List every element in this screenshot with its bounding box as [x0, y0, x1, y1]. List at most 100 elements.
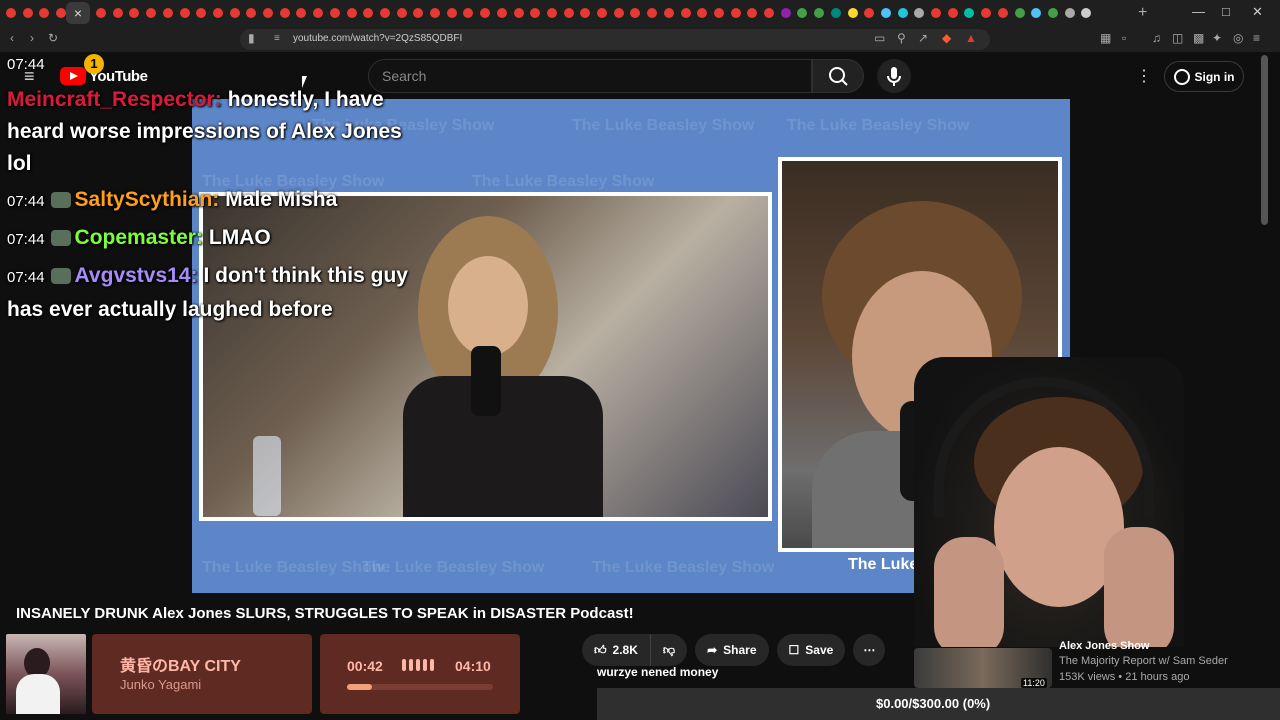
vpn-icon[interactable]: ◎	[1233, 31, 1243, 45]
browser-tab[interactable]	[496, 8, 507, 18]
browser-tab[interactable]	[96, 8, 106, 18]
browser-tab[interactable]	[480, 8, 491, 18]
new-tab-button[interactable]: +	[1138, 4, 1147, 22]
browser-tab[interactable]	[964, 8, 975, 18]
browser-tab[interactable]	[413, 8, 424, 18]
search-input[interactable]: Search	[368, 59, 812, 93]
browser-tab[interactable]	[56, 8, 67, 18]
zoom-icon[interactable]: ⚲	[897, 31, 906, 45]
browser-tab[interactable]	[647, 8, 658, 18]
browser-tab[interactable]	[847, 8, 858, 18]
suggested-video-channel[interactable]: The Majority Report w/ Sam Seder	[1059, 655, 1228, 667]
active-tab-close-icon[interactable]: ×	[66, 2, 90, 24]
close-window-icon[interactable]: ✕	[1252, 4, 1263, 20]
suggested-video-title[interactable]: Alex Jones Show	[1059, 640, 1149, 652]
browser-tab[interactable]	[313, 8, 324, 18]
reading-list-icon[interactable]: ◫	[1172, 31, 1183, 45]
leo-icon[interactable]: ✦	[1212, 31, 1222, 45]
browser-tab[interactable]	[279, 8, 290, 18]
more-actions-button[interactable]: ⋯	[853, 634, 886, 666]
voice-search-button[interactable]	[877, 59, 911, 93]
browser-tab[interactable]	[446, 8, 457, 18]
reload-icon[interactable]: ↻	[48, 31, 58, 45]
browser-tab[interactable]	[597, 8, 607, 18]
back-icon[interactable]: ‹	[10, 31, 14, 45]
browser-tab[interactable]	[363, 8, 374, 18]
browser-tab[interactable]	[329, 8, 340, 18]
media-icon[interactable]: ♫	[1152, 31, 1161, 45]
browser-tab[interactable]	[931, 8, 941, 18]
browser-tab[interactable]	[1014, 8, 1025, 18]
browser-tab[interactable]	[814, 8, 825, 18]
browser-tab[interactable]	[179, 8, 190, 18]
browser-tab[interactable]	[981, 8, 992, 18]
browser-tab[interactable]	[146, 8, 157, 18]
browser-tab[interactable]	[897, 8, 908, 18]
like-button[interactable]: 👍︎ 2.8K	[582, 634, 651, 666]
browser-tab[interactable]	[1047, 8, 1058, 18]
browser-tab[interactable]	[212, 8, 223, 18]
browser-tab[interactable]	[513, 8, 524, 18]
browser-tab[interactable]	[196, 8, 207, 18]
brave-shield-icon[interactable]: ◆	[942, 31, 951, 45]
share-button[interactable]: ➦ Share	[695, 634, 769, 666]
browser-tab[interactable]	[580, 8, 591, 18]
browser-tab[interactable]	[780, 8, 791, 18]
browser-tab[interactable]	[379, 8, 390, 18]
browser-tab[interactable]	[1081, 8, 1092, 18]
forward-icon[interactable]: ›	[30, 31, 34, 45]
browser-tab[interactable]	[663, 8, 674, 18]
browser-tab[interactable]	[246, 8, 257, 18]
site-settings-icon[interactable]: ≡	[274, 33, 280, 44]
browser-tab[interactable]	[680, 8, 691, 18]
browser-tab[interactable]	[1031, 8, 1042, 18]
more-options-icon[interactable]: ⋮	[1136, 66, 1152, 86]
dislike-button[interactable]: 👎︎	[650, 634, 688, 666]
sign-in-button[interactable]: Sign in	[1164, 61, 1244, 92]
maximize-icon[interactable]: □	[1222, 4, 1230, 19]
browser-tab[interactable]	[463, 8, 474, 18]
browser-tab[interactable]	[697, 8, 708, 18]
browser-tab[interactable]	[112, 8, 123, 18]
browser-tab[interactable]	[880, 8, 891, 18]
page-scrollbar[interactable]	[1261, 55, 1268, 225]
extensions-icon[interactable]: ▦	[1100, 31, 1111, 45]
search-button[interactable]	[812, 59, 864, 93]
browser-tab[interactable]	[229, 8, 240, 18]
brave-rewards-icon[interactable]: ▲	[965, 31, 977, 45]
minimize-icon[interactable]: —	[1192, 4, 1205, 19]
browser-tab[interactable]	[22, 8, 33, 18]
menu-icon[interactable]: ≡	[1253, 31, 1260, 45]
save-button[interactable]: ☐ Save	[776, 634, 846, 666]
browser-tab[interactable]	[530, 8, 541, 18]
browser-tab[interactable]	[6, 8, 16, 18]
browser-tab[interactable]	[830, 8, 841, 18]
share-page-icon[interactable]: ↗	[918, 31, 928, 45]
browser-tab[interactable]	[630, 8, 641, 18]
browser-tab[interactable]	[797, 8, 808, 18]
browser-tab[interactable]	[947, 8, 958, 18]
browser-tab[interactable]	[129, 8, 140, 18]
screen-icon[interactable]: ▭	[874, 31, 885, 45]
browser-tab[interactable]	[747, 8, 758, 18]
bookmark-icon[interactable]: ▮	[248, 31, 255, 45]
browser-tab[interactable]	[39, 8, 50, 18]
browser-tab[interactable]	[713, 8, 724, 18]
browser-tab[interactable]	[296, 8, 307, 18]
browser-tab[interactable]	[730, 8, 741, 18]
browser-tab[interactable]	[263, 8, 273, 18]
browser-tab[interactable]	[396, 8, 407, 18]
browser-tab[interactable]	[914, 8, 925, 18]
browser-tab[interactable]	[346, 8, 357, 18]
browser-tab[interactable]	[613, 8, 624, 18]
browser-tab[interactable]	[162, 8, 173, 18]
browser-tab[interactable]	[997, 8, 1008, 18]
browser-tab[interactable]	[430, 8, 440, 18]
address-url[interactable]: youtube.com/watch?v=2QzS85QDBFI	[293, 33, 462, 44]
browser-tab[interactable]	[1064, 8, 1075, 18]
browser-tab[interactable]	[764, 8, 774, 18]
browser-tab[interactable]	[563, 8, 574, 18]
sidebar-icon[interactable]: ▫	[1122, 31, 1126, 45]
browser-tab[interactable]	[546, 8, 557, 18]
wallet-icon[interactable]: ▩	[1193, 31, 1204, 45]
